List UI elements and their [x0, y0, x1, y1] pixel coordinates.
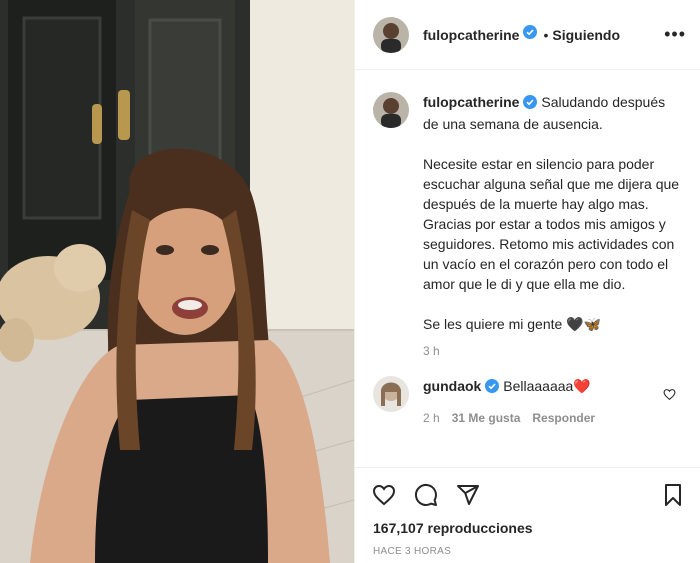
reply-button[interactable]: Responder — [532, 408, 595, 428]
caption-timestamp[interactable]: 3 h — [355, 344, 700, 358]
caption-body: fulopcatherine Saludando después de una … — [423, 92, 683, 342]
caption-line-1: fulopcatherine Saludando después de una … — [423, 92, 683, 134]
more-options-icon[interactable]: ••• — [664, 24, 686, 45]
action-icons-row — [355, 468, 700, 510]
verified-badge-icon — [523, 25, 538, 44]
caption-text-3: Se les quiere mi gente 🖤🦋 — [423, 316, 602, 332]
comment-username-link[interactable]: gundaok — [423, 378, 481, 394]
comment-meta: 2 h 31 Me gusta Responder — [423, 408, 653, 428]
caption-username-link[interactable]: fulopcatherine — [423, 94, 519, 110]
heart-icon[interactable] — [371, 483, 397, 507]
separator-dot: • — [543, 26, 549, 43]
post-username-link[interactable]: fulopcatherine — [423, 27, 519, 43]
following-button[interactable]: Siguiendo — [552, 27, 620, 43]
heart-outline-icon[interactable] — [663, 388, 676, 406]
post-timestamp[interactable]: HACE 3 HORAS — [355, 536, 700, 557]
video-frame-illustration — [0, 0, 354, 563]
bookmark-icon[interactable] — [662, 483, 684, 507]
paper-plane-icon[interactable] — [455, 483, 481, 507]
caption: fulopcatherine Saludando después de una … — [355, 70, 700, 342]
verified-badge-icon — [485, 378, 500, 398]
caption-text-2: Necesite estar en silencio para poder es… — [423, 156, 680, 292]
caption-avatar[interactable] — [373, 92, 409, 128]
avatar[interactable] — [373, 16, 409, 53]
comment-likes-count[interactable]: 31 Me gusta — [452, 408, 521, 428]
comment-body: gundaok Bellaaaaaa❤️ 2 h 31 Me gusta Res… — [423, 376, 653, 428]
comment-timestamp[interactable]: 2 h — [423, 408, 440, 428]
verified-badge-icon — [523, 94, 538, 114]
post-actions: 167,107 reproducciones HACE 3 HORAS — [355, 467, 700, 563]
comment-text: Bellaaaaaa❤️ — [503, 378, 591, 394]
comment-icon[interactable] — [413, 483, 439, 507]
post-side-panel: fulopcatherine • Siguiendo ••• fulopcath… — [354, 0, 700, 563]
comment-line: gundaok Bellaaaaaa❤️ — [423, 376, 653, 398]
comment-item: gundaok Bellaaaaaa❤️ 2 h 31 Me gusta Res… — [355, 358, 700, 428]
post-media-video[interactable] — [0, 0, 354, 563]
views-count[interactable]: 167,107 reproducciones — [355, 510, 700, 536]
comments-section: fulopcatherine Saludando después de una … — [355, 70, 700, 467]
comment-avatar[interactable] — [373, 376, 409, 412]
post-header: fulopcatherine • Siguiendo ••• — [355, 0, 700, 70]
